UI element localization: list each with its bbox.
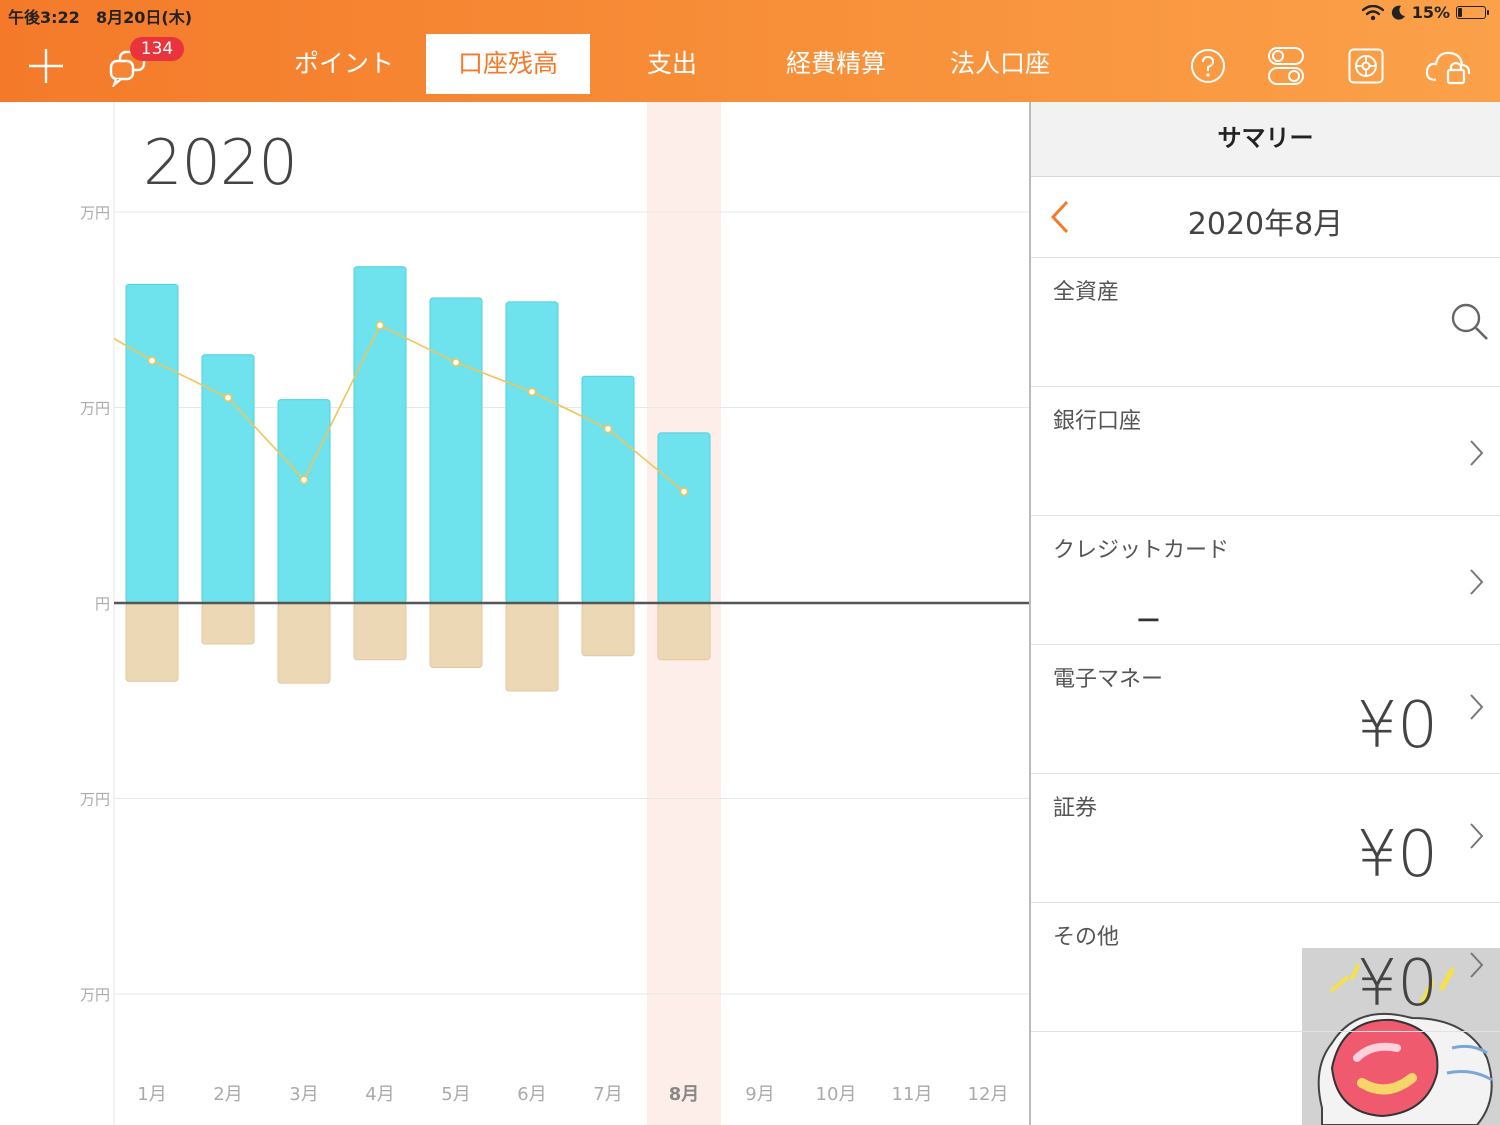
summary-header: サマリー (1031, 102, 1500, 177)
liability-bar (581, 602, 635, 657)
settings-button[interactable] (1346, 46, 1386, 86)
liability-bar (125, 602, 179, 682)
x-tick-label: 10月 (816, 1084, 857, 1105)
liability-bar (353, 602, 407, 661)
liability-bar (505, 602, 559, 692)
liability-bar (429, 602, 483, 669)
net-assets-point (223, 393, 233, 402)
chevron-right-icon (1470, 694, 1484, 720)
y-tick-label: 万円 (80, 986, 110, 1004)
summary-panel: サマリー 2020年8月 全資産 銀行口座 クレジットカード − 電子マネー ¥… (1031, 102, 1500, 1125)
balance-bar (581, 375, 635, 604)
row-label: 銀行口座 (1053, 409, 1142, 434)
x-tick-label: 8月 (669, 1084, 700, 1105)
period-selector: 2020年8月 (1031, 177, 1500, 258)
period-label: 2020年8月 (1187, 207, 1344, 242)
y-tick-label: 円 (95, 595, 110, 613)
x-tick-label: 11月 (892, 1084, 933, 1105)
summary-row-bank-accounts[interactable]: 銀行口座 (1031, 387, 1500, 516)
balance-bar (277, 399, 331, 604)
net-assets-point (679, 487, 689, 496)
moon-icon (1391, 5, 1405, 20)
net-assets-point (299, 475, 309, 485)
row-label: その他 (1053, 925, 1120, 950)
search-button[interactable] (1450, 302, 1490, 346)
row-label: 全資産 (1053, 280, 1120, 305)
x-tick-label: 12月 (968, 1084, 1009, 1105)
wifi-icon (1361, 4, 1384, 20)
net-assets-point (451, 358, 461, 367)
row-label: 電子マネー (1053, 667, 1164, 692)
cloud-lock-button[interactable] (1424, 44, 1472, 88)
y-tick-label: 万円 (80, 400, 110, 418)
x-tick-label: 7月 (593, 1084, 622, 1105)
balance-bar (201, 354, 255, 604)
summary-row-e-money[interactable]: 電子マネー ¥0 (1031, 645, 1500, 774)
net-assets-point (147, 356, 157, 365)
x-tick-label: 3月 (289, 1084, 318, 1105)
chevron-right-icon (1470, 823, 1484, 849)
balance-bar (125, 283, 179, 604)
summary-row-securities[interactable]: 証券 ¥0 (1031, 774, 1500, 903)
net-assets-point (527, 387, 537, 397)
summary-row-total-assets[interactable]: 全資産 (1031, 258, 1500, 387)
chevron-right-icon (1470, 952, 1484, 978)
battery-percent: 15% (1411, 3, 1450, 22)
net-assets-point (375, 321, 385, 330)
gear-icon (1348, 48, 1384, 84)
x-tick-label: 6月 (517, 1084, 546, 1105)
x-tick-label: 9月 (745, 1084, 774, 1105)
balance-bar (505, 301, 559, 604)
balance-bar (429, 297, 483, 604)
summary-row-credit-cards[interactable]: クレジットカード − (1031, 516, 1500, 645)
row-value: ¥0 (1356, 818, 1438, 892)
liability-bar (201, 602, 255, 645)
balance-bar (353, 266, 407, 604)
x-tick-label: 5月 (441, 1084, 470, 1105)
x-tick-label: 2月 (213, 1084, 242, 1105)
battery-icon (1456, 6, 1489, 19)
chart-year-title: 2020 (143, 126, 298, 199)
liability-bar (277, 602, 331, 684)
x-tick-label: 4月 (365, 1084, 394, 1105)
toggles-icon (1268, 47, 1304, 85)
help-icon (1191, 49, 1225, 83)
toggle-settings-button[interactable] (1266, 44, 1306, 88)
chevron-right-icon (1470, 569, 1484, 595)
chevron-right-icon (1470, 440, 1484, 466)
search-icon (1451, 303, 1488, 340)
y-tick-label: 万円 (80, 204, 110, 222)
summary-row-other[interactable]: その他 ¥0 (1031, 903, 1500, 1032)
help-button[interactable] (1188, 46, 1228, 86)
balance-bar (657, 432, 711, 604)
status-indicators: 15% (1361, 3, 1489, 22)
row-dash: − (1135, 600, 1162, 638)
row-label: 証券 (1053, 796, 1098, 821)
liability-bar (657, 602, 711, 661)
y-tick-label: 万円 (80, 791, 110, 809)
net-assets-point (603, 424, 613, 434)
x-tick-label: 1月 (137, 1084, 166, 1105)
row-value: ¥0 (1356, 947, 1438, 1021)
row-label: クレジットカード (1053, 538, 1230, 563)
row-value: ¥0 (1356, 689, 1438, 763)
cloud-lock-icon (1425, 51, 1471, 85)
